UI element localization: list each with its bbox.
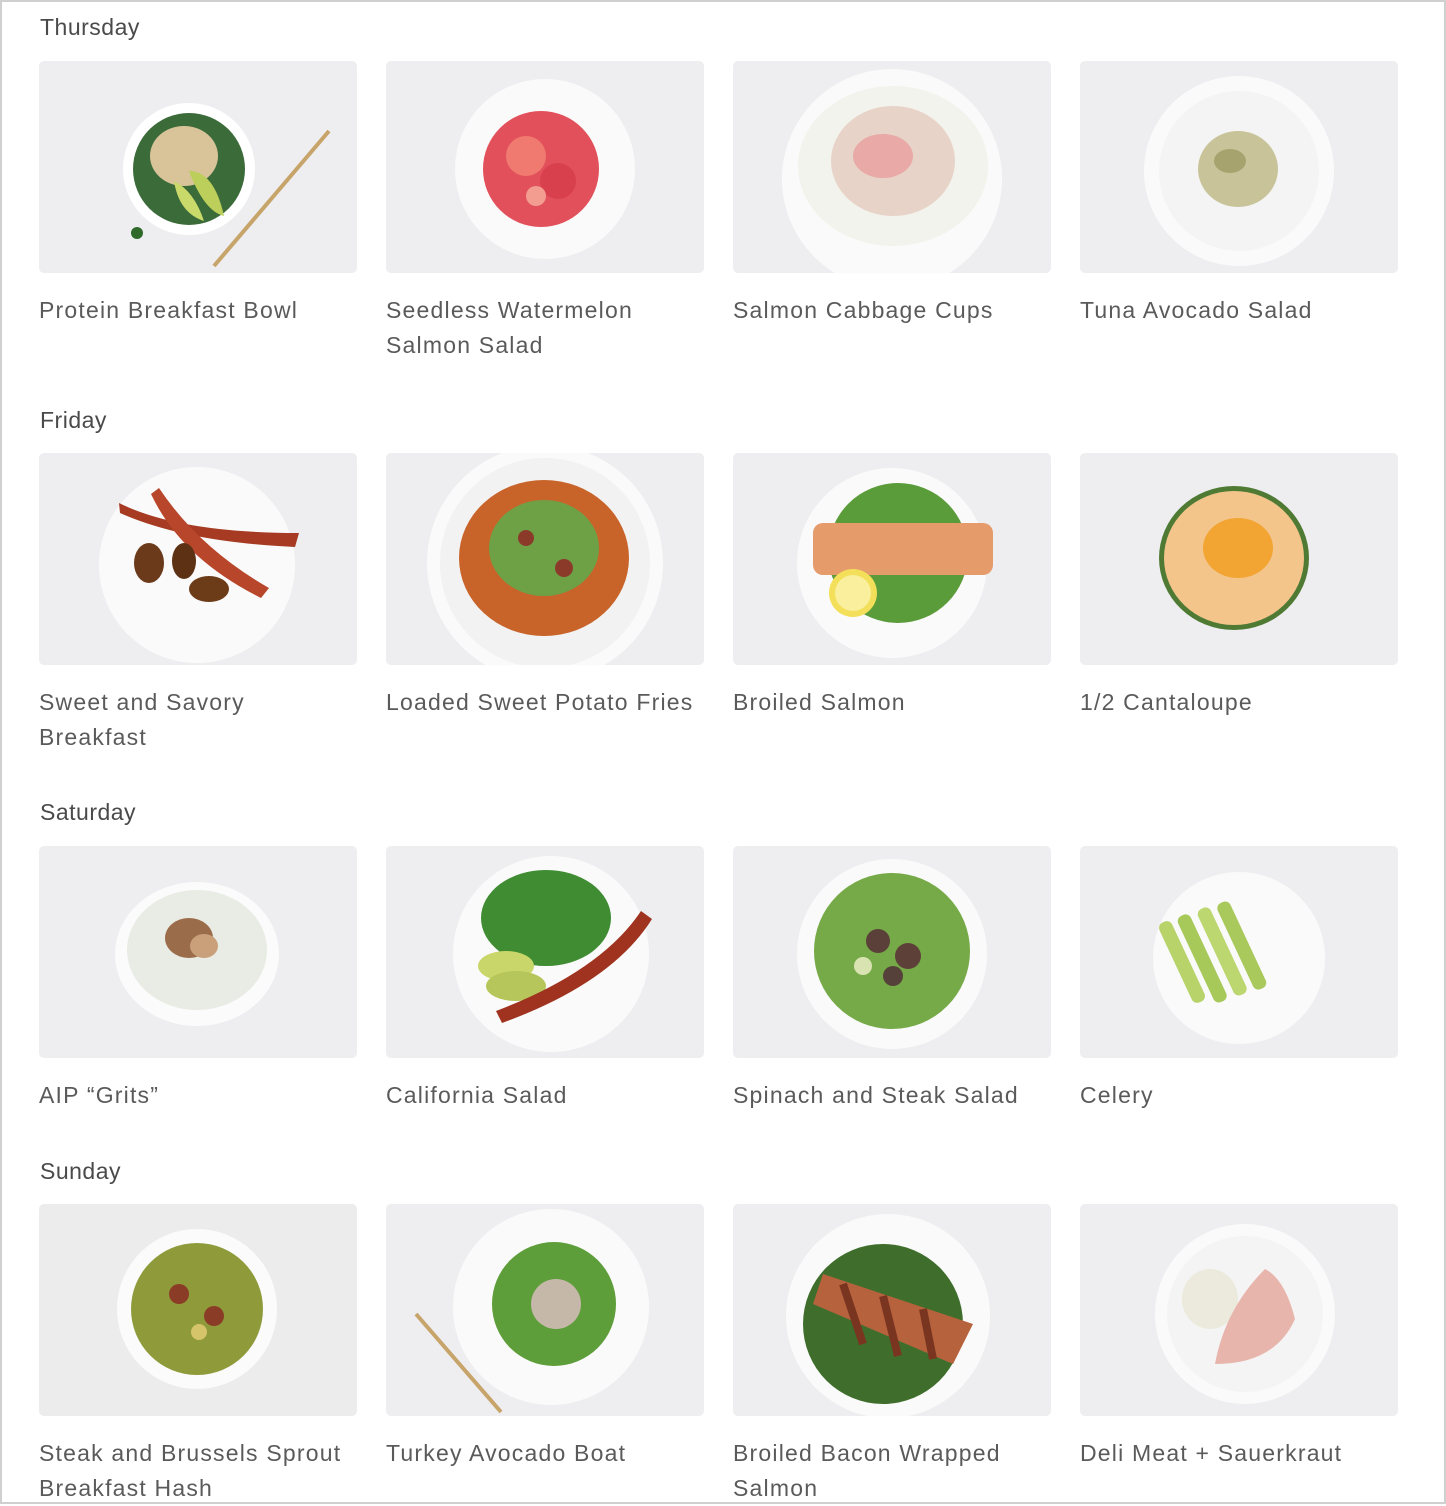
meal-photo <box>1080 846 1398 1058</box>
meal-photo <box>39 453 357 665</box>
meal-title: Broiled Bacon Wrapped Salmon <box>733 1440 1001 1501</box>
meal-card-california-salad[interactable]: California Salad <box>386 846 704 1113</box>
meal-card-tuna-avocado-salad[interactable]: Tuna Avocado Salad <box>1080 61 1398 328</box>
meal-photo <box>386 846 704 1058</box>
meal-title: California Salad <box>386 1082 568 1108</box>
meal-title: Deli Meat + Sauerkraut <box>1080 1440 1343 1466</box>
meal-card-broiled-salmon[interactable]: Broiled Salmon <box>733 453 1051 720</box>
meal-photo <box>39 61 357 273</box>
meal-card-protein-breakfast-bowl[interactable]: Protein Breakfast Bowl <box>39 61 357 328</box>
meal-title: Broiled Salmon <box>733 689 906 715</box>
meal-card-turkey-avocado-boat[interactable]: Turkey Avocado Boat <box>386 1204 704 1471</box>
meal-title: Steak and Brussels Sprout Breakfast Hash <box>39 1440 342 1501</box>
day-heading-thursday: Thursday <box>40 14 140 40</box>
meal-card-deli-meat-sauerkraut[interactable]: Deli Meat + Sauerkraut <box>1080 1204 1398 1471</box>
meal-photo <box>39 1204 357 1416</box>
meal-title: Seedless Watermelon Salmon Salad <box>386 297 633 358</box>
meal-card-celery[interactable]: Celery <box>1080 846 1398 1113</box>
meal-photo <box>733 846 1051 1058</box>
meal-card-salmon-cabbage-cups[interactable]: Salmon Cabbage Cups <box>733 61 1051 328</box>
meal-photo <box>733 1204 1051 1416</box>
meal-photo <box>386 453 704 665</box>
meal-title: Turkey Avocado Boat <box>386 1440 627 1466</box>
meal-title: Protein Breakfast Bowl <box>39 297 299 323</box>
meal-photo <box>386 1204 704 1416</box>
meal-photo <box>733 61 1051 273</box>
meal-photo <box>1080 61 1398 273</box>
meal-title: Sweet and Savory Breakfast <box>39 689 245 750</box>
meal-title: Loaded Sweet Potato Fries <box>386 689 694 715</box>
meal-card-spinach-and-steak-salad[interactable]: Spinach and Steak Salad <box>733 846 1051 1113</box>
meal-photo <box>1080 453 1398 665</box>
meal-card-watermelon-salmon-salad[interactable]: Seedless Watermelon Salmon Salad <box>386 61 704 363</box>
meal-title: Salmon Cabbage Cups <box>733 297 994 323</box>
meal-title: Spinach and Steak Salad <box>733 1082 1019 1108</box>
meal-title: AIP “Grits” <box>39 1082 160 1108</box>
meal-title: Tuna Avocado Salad <box>1080 297 1313 323</box>
meal-card-broiled-bacon-wrapped-salmon[interactable]: Broiled Bacon Wrapped Salmon <box>733 1204 1051 1506</box>
meal-title: Celery <box>1080 1082 1154 1108</box>
day-heading-friday: Friday <box>40 407 107 433</box>
meal-title: 1/2 Cantaloupe <box>1080 689 1253 715</box>
meal-photo <box>733 453 1051 665</box>
meal-card-aip-grits[interactable]: AIP “Grits” <box>39 846 357 1113</box>
meal-card-sweet-and-savory-breakfast[interactable]: Sweet and Savory Breakfast <box>39 453 357 755</box>
meal-card-steak-brussels-sprout-hash[interactable]: Steak and Brussels Sprout Breakfast Hash <box>39 1204 357 1506</box>
meal-plan-page: Thursday Protein Breakfast Bowl Seedless… <box>0 0 1446 1504</box>
meal-card-loaded-sweet-potato-fries[interactable]: Loaded Sweet Potato Fries <box>386 453 704 720</box>
meal-photo <box>1080 1204 1398 1416</box>
meal-photo <box>39 846 357 1058</box>
meal-photo <box>386 61 704 273</box>
meal-card-cantaloupe[interactable]: 1/2 Cantaloupe <box>1080 453 1398 720</box>
day-heading-sunday: Sunday <box>40 1158 122 1184</box>
day-heading-saturday: Saturday <box>40 799 137 825</box>
